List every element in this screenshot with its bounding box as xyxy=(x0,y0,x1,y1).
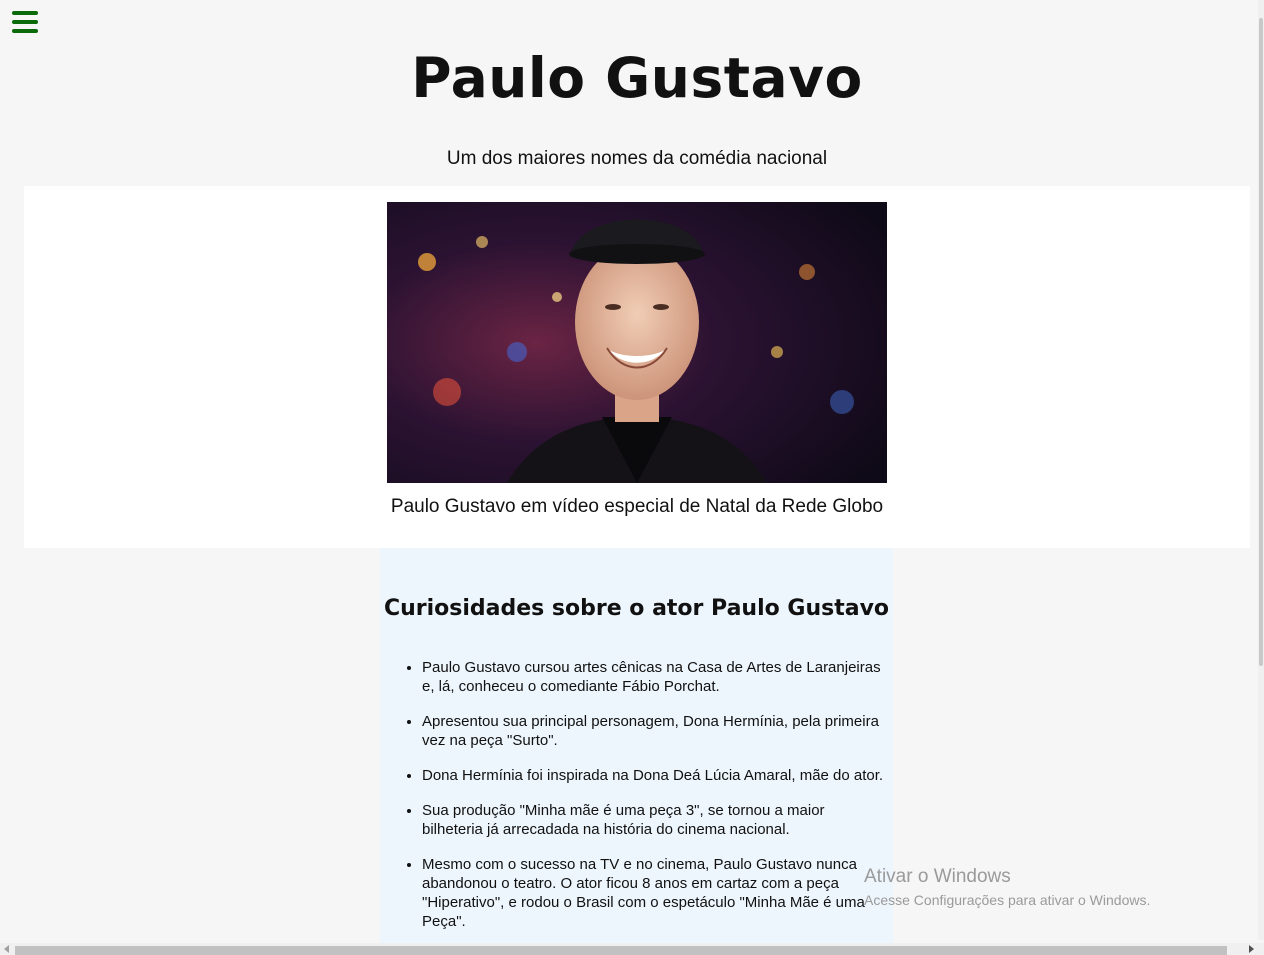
curiosities-section: Curiosidades sobre o ator Paulo Gustavo … xyxy=(380,548,893,943)
list-item: Paulo Gustavo cursou artes cênicas na Ca… xyxy=(422,658,884,696)
scroll-right-arrow-icon[interactable] xyxy=(1249,945,1254,953)
page-title: Paulo Gustavo xyxy=(411,46,863,110)
curiosities-list: Paulo Gustavo cursou artes cênicas na Ca… xyxy=(403,658,884,943)
page-subtitle: Um dos maiores nomes da comédia nacional xyxy=(446,148,828,169)
horizontal-scrollbar[interactable] xyxy=(0,943,1264,955)
watermark-title: Ativar o Windows xyxy=(864,866,1011,887)
hamburger-menu-icon[interactable] xyxy=(12,11,38,33)
menu-bar xyxy=(12,29,38,33)
vertical-scrollbar-thumb[interactable] xyxy=(1259,18,1263,666)
menu-bar xyxy=(12,20,38,24)
actor-photo xyxy=(387,202,887,483)
horizontal-scrollbar-thumb[interactable] xyxy=(15,946,1227,955)
section-title: Curiosidades sobre o ator Paulo Gustavo xyxy=(383,596,890,621)
vertical-scrollbar[interactable] xyxy=(1258,0,1264,940)
list-item: Dona Hermínia foi inspirada na Dona Deá … xyxy=(422,766,884,785)
photo-caption: Paulo Gustavo em vídeo especial de Natal… xyxy=(390,496,884,517)
watermark-subtitle: Acesse Configurações para ativar o Windo… xyxy=(864,892,1151,908)
menu-bar xyxy=(12,11,38,15)
list-item: Apresentou sua principal personagem, Don… xyxy=(422,712,884,750)
windows-activation-watermark: Ativar o Windows Acesse Configurações pa… xyxy=(864,866,1150,908)
figure-card: Paulo Gustavo em vídeo especial de Natal… xyxy=(24,186,1250,548)
list-item: Mesmo com o sucesso na TV e no cinema, P… xyxy=(422,855,884,931)
scroll-left-arrow-icon[interactable] xyxy=(4,945,9,953)
list-item: Sua produção "Minha mãe é uma peça 3", s… xyxy=(422,801,884,839)
